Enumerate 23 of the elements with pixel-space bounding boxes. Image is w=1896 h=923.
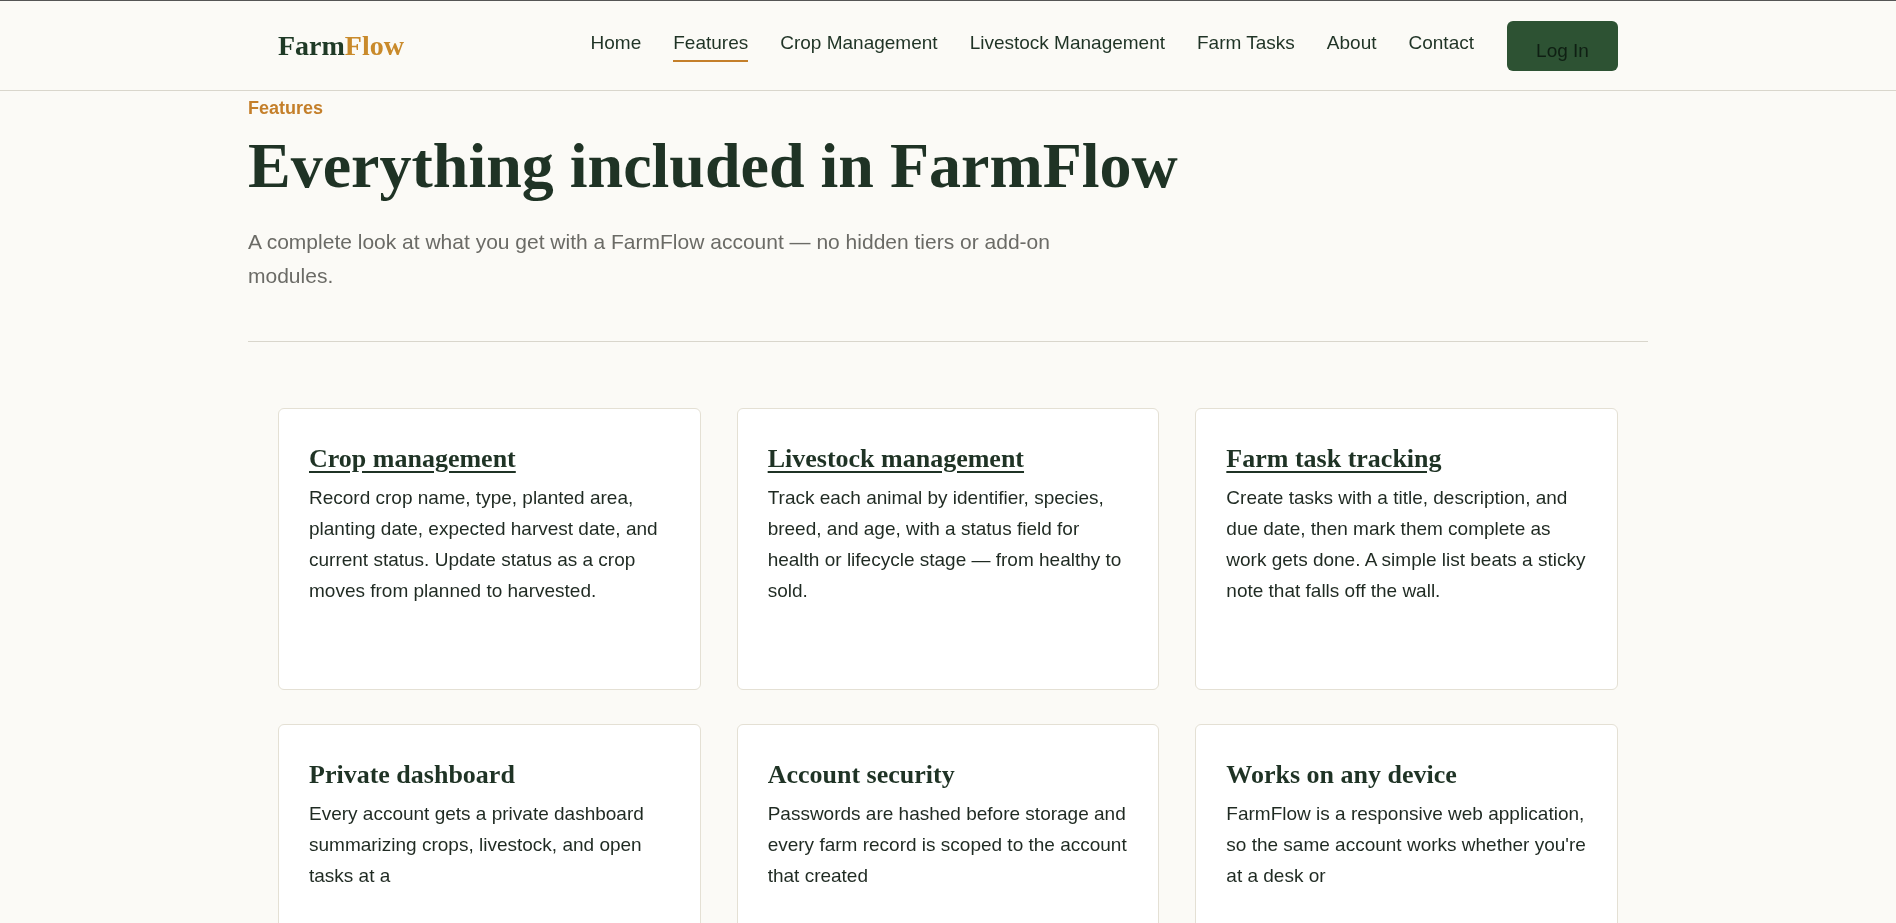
nav-link[interactable]: Home [590,28,642,63]
feature-description: Every account gets a private dashboard summarizing crops, livestock, and open tasks at a [309,801,645,888]
nav-link[interactable]: About [1326,28,1377,63]
nav-link[interactable]: Contact [1408,28,1474,63]
feature-title: Works on any device [1226,758,1458,791]
feature-description: Record crop name, type, planted area, planting date, expected harvest date, and current status. Update status as a crop moves from planned to harvested. [309,485,659,603]
feature-link[interactable]: Livestock management [767,438,1129,478]
feature-description: FarmFlow is a responsive web application, so the same account works whether you're at a desk or [1226,801,1587,888]
feature-description: Create tasks with a title, description, and due date, then mark them complete as work gets done. A simple list beats a sticky note that falls off the wall. [1226,485,1587,603]
feature-link[interactable]: Crop management [309,438,670,478]
feature-description: Passwords are hashed before storage and every farm record is scoped to the account that created [767,801,1128,888]
feature-description: Track each animal by identifier, species, breed, and age, with a status field for health or lifecycle stage — from healthy to sold. [767,485,1123,603]
eyebrow-label: Features [248,97,325,120]
nav-link[interactable]: Farm Tasks [1197,28,1295,63]
page-title: Everything included in FarmFlow [248,129,1179,203]
nav-link[interactable]: Crop Management [780,28,938,63]
feature-link[interactable]: Farm task tracking [1226,438,1587,478]
nav-link[interactable]: Livestock Management [969,28,1165,63]
feature-title: Private dashboard [309,758,516,791]
logo[interactable]: FarmFlow [278,24,404,67]
feature-title: Account security [767,758,956,791]
nav-link[interactable]: Features [673,28,749,63]
page-subtitle: A complete look at what you get with a FarmFlow account — no hidden tiers or add-on modules. [248,228,1051,289]
